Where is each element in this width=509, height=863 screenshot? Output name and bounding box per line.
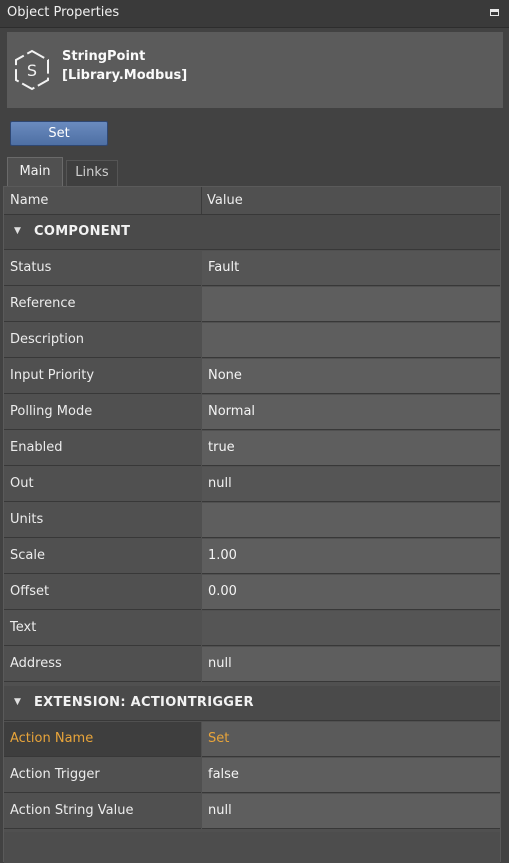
property-name: Input Priority: [4, 359, 201, 394]
property-row-scale: Scale 1.00: [4, 539, 500, 575]
property-value-input[interactable]: Normal: [202, 395, 500, 430]
collapse-caret-icon[interactable]: ▼: [14, 226, 21, 236]
property-name: Polling Mode: [4, 395, 201, 430]
property-name: Enabled: [4, 431, 201, 466]
property-value-input[interactable]: null: [202, 794, 500, 829]
property-value-input[interactable]: 0.00: [202, 575, 500, 610]
grid-header: Name Value: [4, 187, 500, 215]
property-value-input[interactable]: 1.00: [202, 539, 500, 574]
property-name: Address: [4, 647, 201, 682]
object-header: S StringPoint [Library.Modbus]: [7, 32, 503, 108]
property-name: Text: [4, 611, 201, 646]
section-component[interactable]: ▼ COMPONENT: [4, 215, 500, 250]
string-point-hex-icon: S: [15, 49, 49, 91]
property-row-description: Description: [4, 323, 500, 359]
property-row-address: Address null: [4, 647, 500, 683]
property-value-input[interactable]: Set: [202, 722, 500, 757]
property-name: Action Trigger: [4, 758, 201, 793]
property-value-input[interactable]: null: [202, 647, 500, 682]
property-value: null: [202, 467, 500, 502]
tab-links[interactable]: Links: [66, 160, 118, 186]
property-name: Description: [4, 323, 201, 358]
section-title: COMPONENT: [34, 224, 131, 239]
property-value: Fault: [202, 251, 500, 286]
property-value-input[interactable]: false: [202, 758, 500, 793]
property-row-reference: Reference: [4, 287, 500, 323]
property-name: Action Name: [4, 722, 201, 757]
collapse-caret-icon[interactable]: ▼: [14, 697, 21, 707]
property-value-input[interactable]: true: [202, 431, 500, 466]
property-row-action-trigger: Action Trigger false: [4, 758, 500, 794]
grid-empty-area: [4, 832, 500, 863]
object-library: [Library.Modbus]: [62, 68, 188, 83]
property-row-text: Text: [4, 611, 500, 647]
property-name: Units: [4, 503, 201, 538]
property-name: Out: [4, 467, 201, 502]
name-column-header: Name: [10, 193, 49, 208]
property-row-input-priority: Input Priority None: [4, 359, 500, 395]
property-row-out: Out null: [4, 467, 500, 503]
property-row-polling-mode: Polling Mode Normal: [4, 395, 500, 431]
property-row-offset: Offset 0.00: [4, 575, 500, 611]
property-row-enabled: Enabled true: [4, 431, 500, 467]
restore-icon[interactable]: [490, 9, 499, 16]
property-value: [202, 611, 500, 646]
panel-title: Object Properties: [7, 5, 120, 20]
property-value-input[interactable]: None: [202, 359, 500, 394]
property-row-action-name: Action Name Set: [4, 722, 500, 758]
tab-main[interactable]: Main: [7, 157, 63, 186]
property-row-status: Status Fault: [4, 251, 500, 287]
set-button[interactable]: Set: [10, 121, 108, 146]
svg-text:S: S: [27, 61, 37, 80]
property-name: Reference: [4, 287, 201, 322]
property-value-input[interactable]: [202, 503, 500, 538]
object-name: StringPoint: [62, 49, 146, 64]
property-row-units: Units: [4, 503, 500, 539]
property-grid: Name Value ▼ COMPONENT Status Fault Refe…: [3, 186, 501, 863]
section-title: EXTENSION: ACTIONTRIGGER: [34, 695, 254, 710]
property-value-input[interactable]: [202, 287, 500, 322]
property-value-input[interactable]: [202, 323, 500, 358]
property-name: Action String Value: [4, 794, 201, 829]
property-name: Scale: [4, 539, 201, 574]
section-extension-actiontrigger[interactable]: ▼ EXTENSION: ACTIONTRIGGER: [4, 686, 500, 721]
value-column-header: Value: [207, 193, 243, 208]
panel-titlebar: Object Properties: [0, 0, 509, 28]
column-divider[interactable]: [201, 187, 202, 214]
property-name: Status: [4, 251, 201, 286]
property-name: Offset: [4, 575, 201, 610]
property-row-action-string-value: Action String Value null: [4, 794, 500, 830]
